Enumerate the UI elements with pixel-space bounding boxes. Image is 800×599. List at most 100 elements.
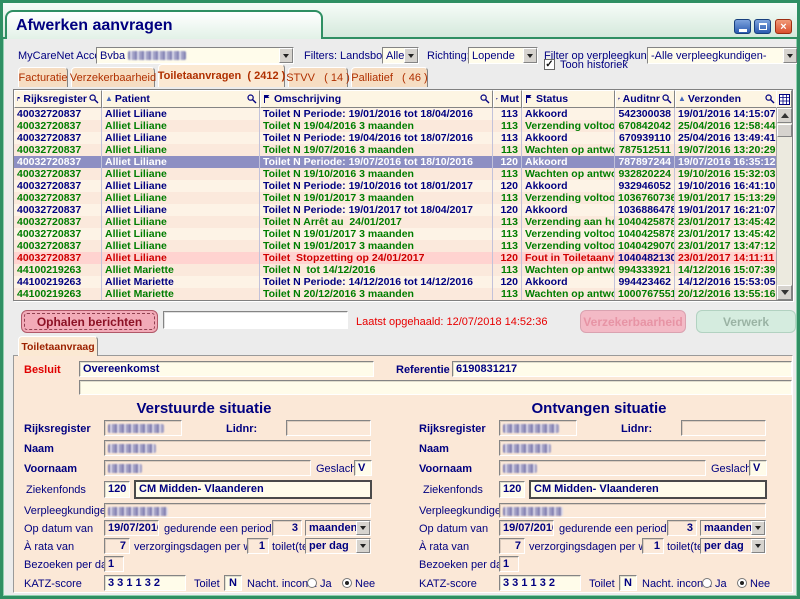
table-row[interactable]: 40032720837Alliet LilianeToilet N 19/01/… (14, 240, 778, 252)
dagen-per-week-field[interactable]: 7 (104, 538, 130, 554)
table-row[interactable]: 40032720837Alliet LilianeToilet N Period… (14, 156, 778, 168)
bezoeken-field[interactable]: 1 (104, 556, 124, 572)
dagen-per-week-field[interactable]: 7 (499, 538, 525, 554)
table-row[interactable]: 40032720837Alliet LilianeToilet N Period… (14, 204, 778, 216)
toiletten-field[interactable]: 1 (642, 538, 664, 554)
search-icon[interactable] (89, 94, 99, 104)
restore-button[interactable] (754, 19, 771, 34)
search-icon[interactable] (247, 94, 257, 104)
tab-facturatie[interactable]: Facturatie (18, 67, 68, 87)
search-icon[interactable] (662, 94, 672, 104)
tab-stvv[interactable]: STVV ( 14 ) (288, 67, 348, 87)
ziekenfonds-naam-field[interactable]: CM Midden- Vlaanderen (529, 480, 767, 499)
katz-field[interactable]: 3 3 1 1 3 2 (104, 575, 186, 591)
fetch-status-field[interactable] (163, 311, 348, 329)
periode-field[interactable]: 3 (667, 520, 697, 536)
column-header-status[interactable]: Status (522, 90, 615, 108)
close-button[interactable]: × (775, 19, 792, 34)
tab-toiletaanvragen[interactable]: Toiletaanvragen ( 2412 ) (158, 64, 285, 87)
table-row[interactable]: 40032720837Alliet LilianeToilet N 19/01/… (14, 228, 778, 240)
periode-eenheid-combobox[interactable]: maanden (305, 520, 371, 536)
search-icon[interactable] (480, 94, 490, 104)
account-dropdown-button[interactable] (279, 48, 293, 63)
frequentie-combobox[interactable]: per dag (700, 538, 766, 554)
nurse-filter-combobox[interactable]: -Alle verpleegkundigen- (647, 47, 798, 64)
ziekenfonds-code-field[interactable]: 120 (499, 481, 525, 498)
table-row[interactable]: 40032720837Alliet LilianeToilet N 19/04/… (14, 120, 778, 132)
radio-nee[interactable]: Nee (342, 578, 375, 590)
landsbond-dropdown-button[interactable] (404, 48, 418, 63)
richting-combobox[interactable]: Lopende (468, 47, 538, 64)
besluit-notes-field[interactable] (79, 380, 792, 395)
process-button[interactable]: Verwerk (696, 310, 796, 333)
toilet-field[interactable]: N (224, 575, 242, 591)
radio-ja[interactable]: Ja (307, 578, 332, 590)
datum-field[interactable]: 19/07/2016 (104, 520, 159, 536)
bezoeken-field[interactable]: 1 (499, 556, 519, 572)
ziekenfonds-code-field[interactable]: 120 (104, 481, 130, 498)
besluit-field[interactable]: Overeenkomst (79, 361, 374, 377)
table-row[interactable]: 40032720837Alliet LilianeToilet N Period… (14, 180, 778, 192)
datum-field[interactable]: 19/07/2016 (499, 520, 554, 536)
column-header-verzonden[interactable]: ▲ Verzonden (675, 90, 778, 108)
frequentie-combobox[interactable]: per dag (305, 538, 371, 554)
scroll-down-button[interactable] (777, 285, 792, 300)
landsbond-combobox[interactable]: Alle (382, 47, 419, 64)
dropdown-button[interactable] (751, 521, 765, 535)
scrollbar-thumb[interactable] (777, 124, 792, 137)
table-row[interactable]: 44100219263Alliet MarietteToilet N 20/12… (14, 288, 778, 300)
verpleegkundige-field[interactable] (104, 503, 371, 518)
dropdown-button[interactable] (356, 521, 370, 535)
table-row[interactable]: 40032720837Alliet LilianeToilet N 19/10/… (14, 168, 778, 180)
show-history-checkbox[interactable]: ✓ (544, 59, 555, 70)
table-row[interactable]: 40032720837Alliet LilianeToilet Stopzett… (14, 252, 778, 264)
dropdown-button[interactable] (751, 539, 765, 553)
ziekenfonds-naam-field[interactable]: CM Midden- Vlaanderen (134, 480, 372, 499)
tab-palliatief[interactable]: Palliatief ( 46 ) (351, 67, 428, 87)
table-row[interactable]: 44100219263Alliet MarietteToilet N tot 1… (14, 264, 778, 276)
column-settings-button[interactable] (776, 90, 792, 108)
radio-nee[interactable]: Nee (737, 578, 770, 590)
geslacht-field[interactable]: V (354, 460, 372, 476)
column-header-auditnr[interactable]: Auditnr (615, 90, 675, 108)
nurse-dropdown-button[interactable] (783, 48, 797, 63)
table-row[interactable]: 40032720837Alliet LilianeToilet N 19/07/… (14, 144, 778, 156)
naam-field[interactable] (104, 440, 371, 456)
tab-verzekerbaarheid[interactable]: Verzekerbaarheid (71, 67, 155, 87)
lidnr-field[interactable] (286, 420, 371, 436)
dropdown-button[interactable] (356, 539, 370, 553)
richting-dropdown-button[interactable] (523, 48, 537, 63)
geslacht-field[interactable]: V (749, 460, 767, 476)
column-header-patient[interactable]: ▲ Patient (102, 90, 260, 108)
rijksregister-field[interactable] (104, 420, 182, 436)
table-row[interactable]: 40032720837Alliet LilianeToilet N Period… (14, 132, 778, 144)
voornaam-field[interactable] (499, 460, 706, 476)
table-row[interactable]: 44100219263Alliet MarietteToilet N Perio… (14, 276, 778, 288)
search-icon[interactable] (765, 94, 775, 104)
scroll-up-button[interactable] (777, 108, 792, 123)
vertical-scrollbar[interactable] (776, 108, 792, 300)
periode-eenheid-combobox[interactable]: maanden (700, 520, 766, 536)
toiletten-field[interactable]: 1 (247, 538, 269, 554)
minimize-button[interactable] (734, 19, 751, 34)
column-header-rijksregister[interactable]: Rijksregister (14, 90, 102, 108)
verpleegkundige-field[interactable] (499, 503, 766, 518)
naam-field[interactable] (499, 440, 766, 456)
column-header-mut[interactable]: Mut (493, 90, 522, 108)
radio-ja[interactable]: Ja (702, 578, 727, 590)
katz-field[interactable]: 3 3 1 1 3 2 (499, 575, 581, 591)
insurability-button[interactable]: Verzekerbaarheid (580, 310, 686, 333)
rijksregister-field[interactable] (499, 420, 577, 436)
table-row[interactable]: 40032720837Alliet LilianeToilet N Period… (14, 108, 778, 120)
toilet-field[interactable]: N (619, 575, 637, 591)
account-combobox[interactable]: Bvba (96, 47, 294, 64)
column-header-omschrijving[interactable]: Omschrijving (260, 90, 493, 108)
periode-field[interactable]: 3 (272, 520, 302, 536)
table-row[interactable]: 40032720837Alliet LilianeToilet N 19/01/… (14, 192, 778, 204)
table-row[interactable]: 40032720837Alliet LilianeToilet N Arrêt … (14, 216, 778, 228)
voornaam-field[interactable] (104, 460, 311, 476)
tab-toiletaanvraag-detail[interactable]: Toiletaanvraag (18, 336, 98, 356)
referentie-field[interactable]: 6190831217 (452, 361, 792, 377)
fetch-messages-button[interactable]: Ophalen berichten (21, 310, 158, 333)
lidnr-field[interactable] (681, 420, 766, 436)
